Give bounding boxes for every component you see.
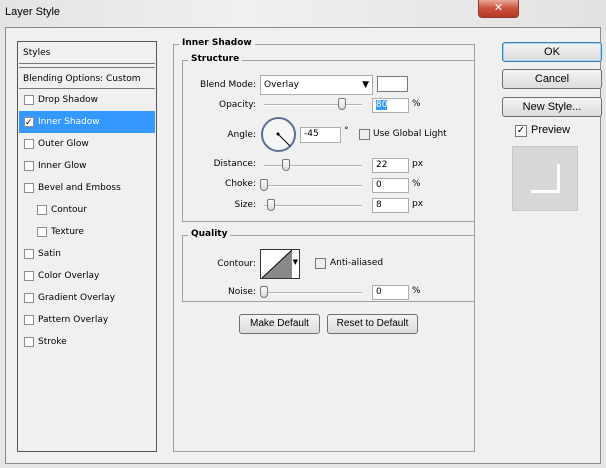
noise-thumb[interactable] bbox=[260, 286, 268, 298]
style-item-contour[interactable]: Contour bbox=[19, 199, 155, 221]
size-thumb[interactable] bbox=[267, 199, 275, 211]
choke-unit: % bbox=[412, 179, 421, 189]
structure-title: Structure bbox=[188, 54, 243, 64]
size-unit: px bbox=[412, 199, 424, 209]
choke-label: Choke: bbox=[225, 179, 256, 189]
distance-slider[interactable] bbox=[264, 165, 362, 167]
style-item-satin[interactable]: Satin bbox=[19, 243, 155, 265]
blend-mode-select[interactable]: Overlay ▼ bbox=[260, 75, 373, 95]
style-item-label: Color Overlay bbox=[38, 271, 100, 281]
style-checkbox[interactable] bbox=[24, 161, 34, 171]
opacity-value: 80 bbox=[376, 100, 388, 110]
style-item-color-overlay[interactable]: Color Overlay bbox=[19, 265, 155, 287]
style-checkbox[interactable] bbox=[24, 293, 34, 303]
styles-panel: Styles Blending Options: Custom Drop Sha… bbox=[17, 41, 157, 452]
style-item-label: Bevel and Emboss bbox=[38, 183, 121, 193]
style-item-label: Satin bbox=[38, 249, 61, 259]
contour-label: Contour: bbox=[217, 259, 256, 269]
choke-input[interactable]: 0 bbox=[372, 178, 409, 193]
size-slider[interactable] bbox=[264, 205, 362, 207]
cancel-button[interactable]: Cancel bbox=[502, 69, 602, 89]
chevron-down-icon: ▼ bbox=[362, 80, 369, 90]
style-item-texture[interactable]: Texture bbox=[19, 221, 155, 243]
size-input[interactable]: 8 bbox=[372, 198, 409, 213]
style-item-label: Stroke bbox=[38, 337, 67, 347]
style-item-label: Inner Glow bbox=[38, 161, 87, 171]
noise-slider[interactable] bbox=[264, 292, 362, 294]
close-icon[interactable]: ✕ bbox=[478, 0, 519, 18]
style-checkbox[interactable] bbox=[24, 271, 34, 281]
blend-mode-value: Overlay bbox=[264, 80, 299, 90]
size-label: Size: bbox=[234, 200, 256, 210]
opacity-unit: % bbox=[412, 99, 421, 109]
blend-mode-label: Blend Mode: bbox=[199, 80, 256, 90]
reset-default-button[interactable]: Reset to Default bbox=[327, 314, 418, 334]
blending-options[interactable]: Blending Options: Custom bbox=[19, 67, 155, 89]
make-default-button[interactable]: Make Default bbox=[239, 314, 320, 334]
style-checkbox[interactable] bbox=[24, 95, 34, 105]
window-title: Layer Style bbox=[5, 6, 61, 18]
angle-unit: ° bbox=[344, 126, 349, 136]
styles-header[interactable]: Styles bbox=[19, 42, 155, 64]
angle-label: Angle: bbox=[227, 130, 256, 140]
noise-input[interactable]: 0 bbox=[372, 285, 409, 300]
style-checkbox[interactable] bbox=[24, 249, 34, 259]
opacity-thumb[interactable] bbox=[338, 98, 347, 110]
style-item-gradient-overlay[interactable]: Gradient Overlay bbox=[19, 287, 155, 309]
angle-dial[interactable] bbox=[261, 117, 296, 152]
noise-unit: % bbox=[412, 286, 421, 296]
global-light-checkbox[interactable] bbox=[359, 129, 370, 140]
style-item-label: Drop Shadow bbox=[38, 95, 99, 105]
style-checkbox[interactable] bbox=[37, 227, 47, 237]
anti-aliased-checkbox[interactable] bbox=[315, 258, 326, 269]
style-checkbox[interactable] bbox=[24, 315, 34, 325]
style-item-pattern-overlay[interactable]: Pattern Overlay bbox=[19, 309, 155, 331]
style-checkbox[interactable] bbox=[24, 112, 34, 134]
preview-checkbox[interactable]: ✓ bbox=[515, 125, 527, 137]
opacity-label: Opacity: bbox=[219, 100, 256, 110]
distance-label: Distance: bbox=[213, 159, 256, 169]
distance-input[interactable]: 22 bbox=[372, 158, 409, 173]
style-item-stroke[interactable]: Stroke bbox=[19, 331, 155, 353]
style-item-label: Contour bbox=[51, 205, 87, 215]
preview-label: Preview bbox=[531, 124, 571, 136]
style-item-inner-shadow[interactable]: Inner Shadow bbox=[19, 111, 155, 134]
group-title: Inner Shadow bbox=[179, 38, 255, 48]
chevron-down-icon: ▼ bbox=[292, 258, 298, 266]
style-item-inner-glow[interactable]: Inner Glow bbox=[19, 155, 155, 177]
new-style-button[interactable]: New Style... bbox=[502, 97, 602, 117]
contour-picker[interactable]: ▼ bbox=[260, 249, 300, 279]
opacity-slider[interactable] bbox=[264, 104, 362, 106]
choke-thumb[interactable] bbox=[260, 179, 268, 191]
style-checkbox[interactable] bbox=[24, 139, 34, 149]
style-item-label: Texture bbox=[51, 227, 84, 237]
style-checkbox[interactable] bbox=[24, 337, 34, 347]
ok-button[interactable]: OK bbox=[502, 42, 602, 62]
distance-thumb[interactable] bbox=[282, 159, 290, 171]
style-item-label: Inner Shadow bbox=[38, 117, 100, 127]
distance-unit: px bbox=[412, 159, 424, 169]
noise-label: Noise: bbox=[228, 287, 256, 297]
global-light-label: Use Global Light bbox=[373, 129, 447, 139]
style-item-bevel-and-emboss[interactable]: Bevel and Emboss bbox=[19, 177, 155, 199]
anti-aliased-label: Anti-aliased bbox=[330, 258, 384, 268]
style-item-outer-glow[interactable]: Outer Glow bbox=[19, 133, 155, 155]
quality-title: Quality bbox=[188, 229, 231, 239]
style-checkbox[interactable] bbox=[37, 205, 47, 215]
angle-input[interactable]: -45 bbox=[300, 127, 341, 143]
preview-thumbnail bbox=[512, 146, 578, 211]
style-item-label: Gradient Overlay bbox=[38, 293, 116, 303]
style-item-label: Pattern Overlay bbox=[38, 315, 109, 325]
style-item-drop-shadow[interactable]: Drop Shadow bbox=[19, 89, 155, 111]
style-item-label: Outer Glow bbox=[38, 139, 89, 149]
shadow-color-swatch[interactable] bbox=[377, 76, 408, 92]
opacity-input[interactable]: 80 bbox=[372, 98, 409, 113]
style-checkbox[interactable] bbox=[24, 183, 34, 193]
choke-slider[interactable] bbox=[264, 185, 362, 187]
